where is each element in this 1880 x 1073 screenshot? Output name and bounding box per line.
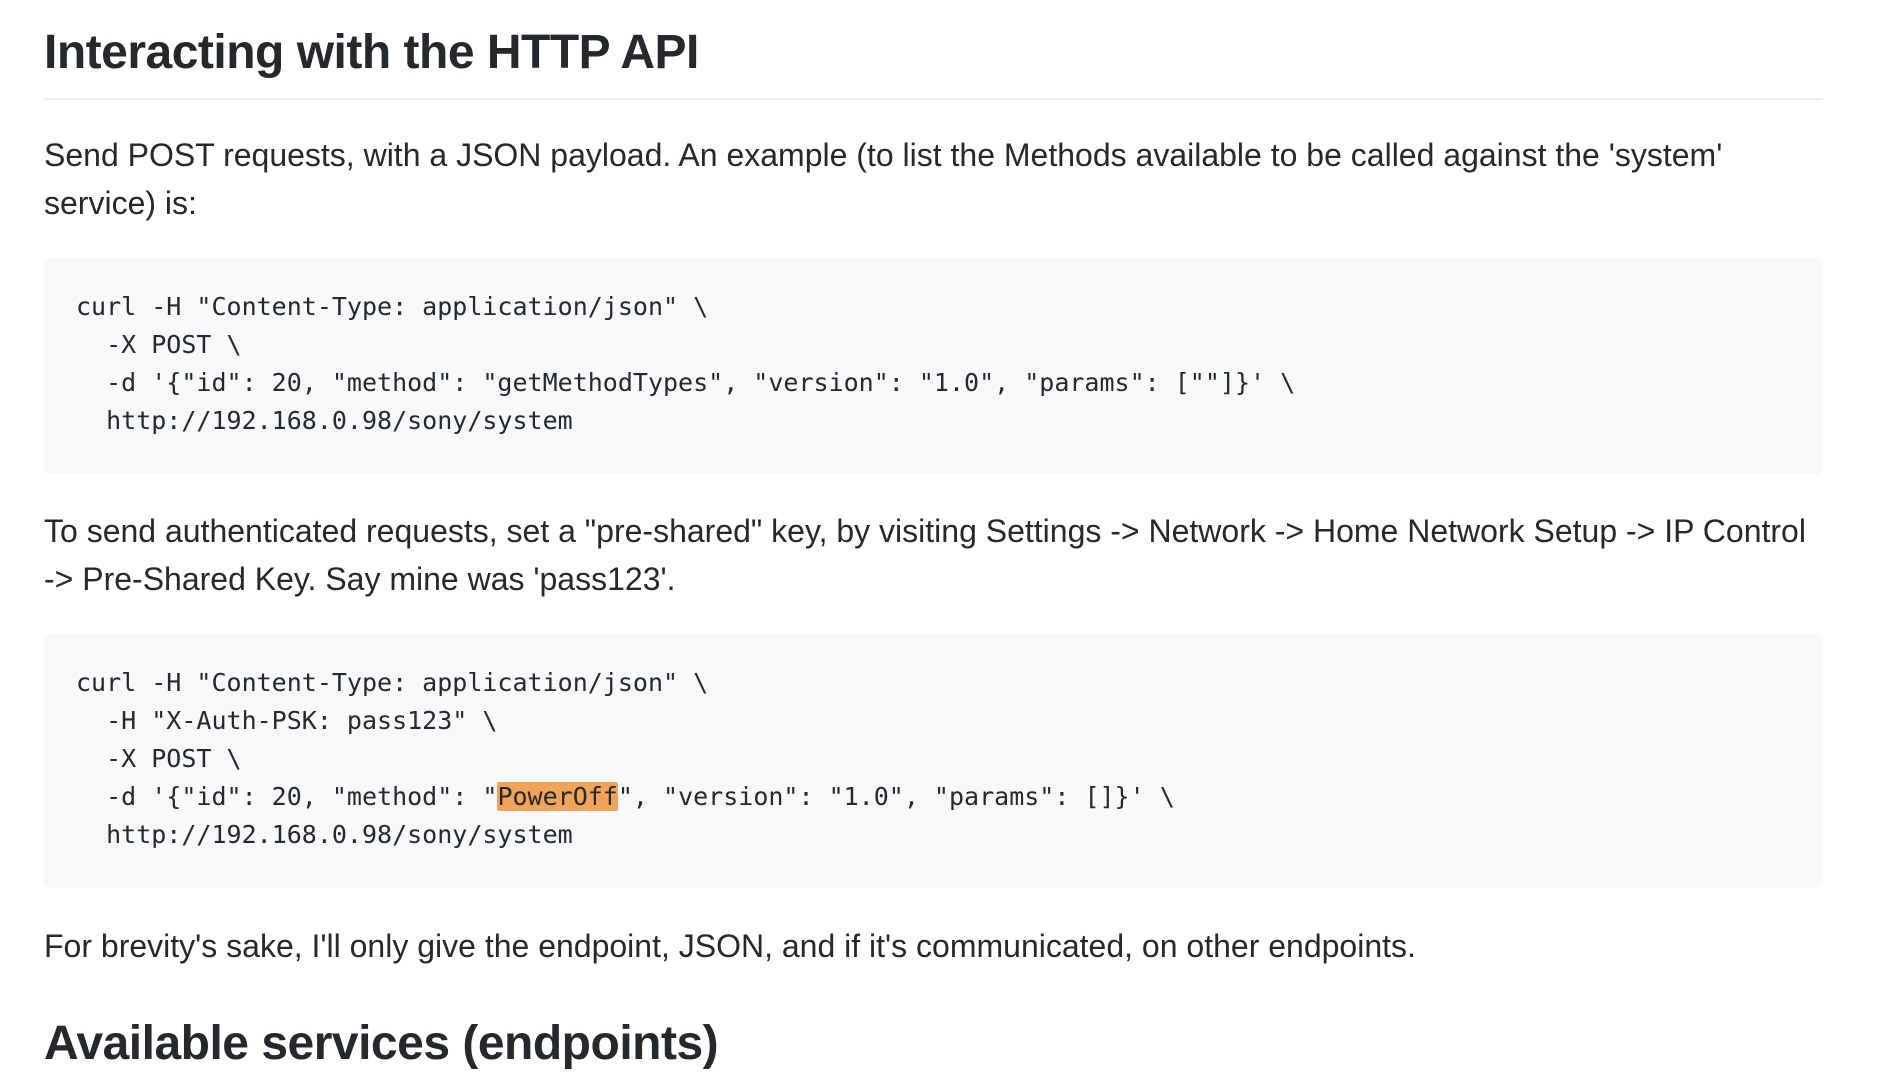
- code-line: -X POST \: [76, 330, 242, 359]
- code-line: -d '{"id": 20, "method": "getMethodTypes…: [76, 368, 1296, 397]
- search-highlight: PowerOff: [497, 782, 618, 811]
- code-block-power-off: curl -H "Content-Type: application/json"…: [44, 634, 1822, 888]
- code-block-system-methods: curl -H "Content-Type: application/json"…: [44, 258, 1822, 474]
- code-line: -X POST \: [76, 744, 242, 773]
- brevity-paragraph: For brevity's sake, I'll only give the e…: [44, 928, 1416, 964]
- code-text: ", "version": "1.0", "params": []}' \: [617, 782, 1175, 811]
- heading-http-api: Interacting with the HTTP API: [44, 26, 699, 79]
- code-line: curl -H "Content-Type: application/json"…: [76, 668, 709, 697]
- section-header-http-api: Interacting with the HTTP API: [44, 24, 1822, 100]
- section-header-services: Available services (endpoints): [44, 1015, 1822, 1073]
- code-line-power-off: -d '{"id": 20, "method": "PowerOff", "ve…: [76, 778, 1790, 816]
- auth-paragraph: To send authenticated requests, set a "p…: [44, 513, 1806, 597]
- code-line: http://192.168.0.98/sony/system: [76, 820, 573, 849]
- intro-paragraph: Send POST requests, with a JSON payload.…: [44, 137, 1723, 221]
- code-line: curl -H "Content-Type: application/json"…: [76, 292, 709, 321]
- code-text: -d '{"id": 20, "method": ": [76, 782, 498, 811]
- heading-available-services: Available services (endpoints): [44, 1017, 719, 1070]
- code-line: http://192.168.0.98/sony/system: [76, 406, 573, 435]
- code-line: -H "X-Auth-PSK: pass123" \: [76, 706, 498, 735]
